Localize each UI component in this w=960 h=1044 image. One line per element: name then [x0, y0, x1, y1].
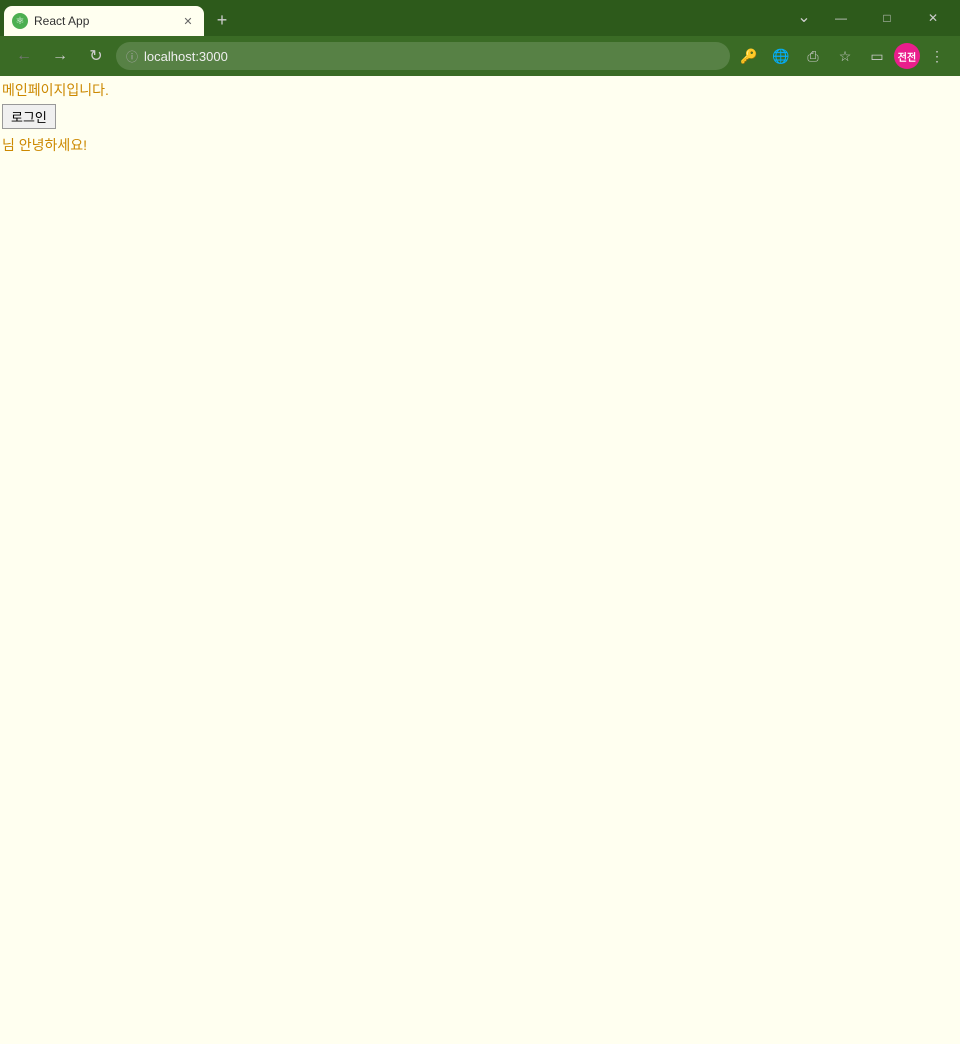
window-controls: — □ ✕ — [818, 0, 956, 36]
greeting-text: 님 안녕하세요! — [2, 135, 958, 155]
close-button[interactable]: ✕ — [910, 0, 956, 36]
navigation-bar: ← → ↻ ⓘ localhost:3000 🔑 🌐 ⎙ ☆ ▭ 전전 ⋮ — [0, 36, 960, 76]
title-bar: ⚛ React App ✕ + ⌄ — □ ✕ — [0, 0, 960, 36]
new-tab-button[interactable]: + — [208, 6, 236, 34]
forward-button[interactable]: → — [44, 40, 76, 72]
translate-button[interactable]: 🌐 — [766, 41, 796, 71]
address-text: localhost:3000 — [144, 49, 720, 64]
tab-title: React App — [34, 14, 174, 28]
sidebar-button[interactable]: ▭ — [862, 41, 892, 71]
reload-icon: ↻ — [89, 46, 102, 66]
address-bar[interactable]: ⓘ localhost:3000 — [116, 42, 730, 70]
back-button[interactable]: ← — [8, 40, 40, 72]
profile-button[interactable]: 전전 — [894, 43, 920, 69]
back-icon: ← — [16, 47, 32, 65]
share-button[interactable]: ⎙ — [798, 41, 828, 71]
tab-favicon: ⚛ — [12, 13, 28, 29]
forward-icon: → — [52, 47, 68, 65]
page-content: 메인페이지입니다. 로그인 님 안녕하세요! — [0, 76, 960, 1044]
lock-icon: ⓘ — [126, 48, 138, 65]
nav-actions: 🔑 🌐 ⎙ ☆ ▭ 전전 ⋮ — [734, 41, 952, 71]
tabs-overflow-button[interactable]: ⌄ — [790, 3, 818, 31]
reload-button[interactable]: ↻ — [80, 40, 112, 72]
tab-bar: ⚛ React App ✕ + — [4, 0, 790, 36]
main-page-text: 메인페이지입니다. — [2, 80, 958, 100]
browser-chrome: ⚛ React App ✕ + ⌄ — □ ✕ ← → ↻ ⓘ localhos… — [0, 0, 960, 76]
maximize-button[interactable]: □ — [864, 0, 910, 36]
minimize-button[interactable]: — — [818, 0, 864, 36]
active-tab[interactable]: ⚛ React App ✕ — [4, 6, 204, 36]
tab-close-button[interactable]: ✕ — [180, 13, 196, 29]
menu-button[interactable]: ⋮ — [922, 41, 952, 71]
bookmark-button[interactable]: ☆ — [830, 41, 860, 71]
login-button[interactable]: 로그인 — [2, 104, 56, 129]
key-button[interactable]: 🔑 — [734, 41, 764, 71]
